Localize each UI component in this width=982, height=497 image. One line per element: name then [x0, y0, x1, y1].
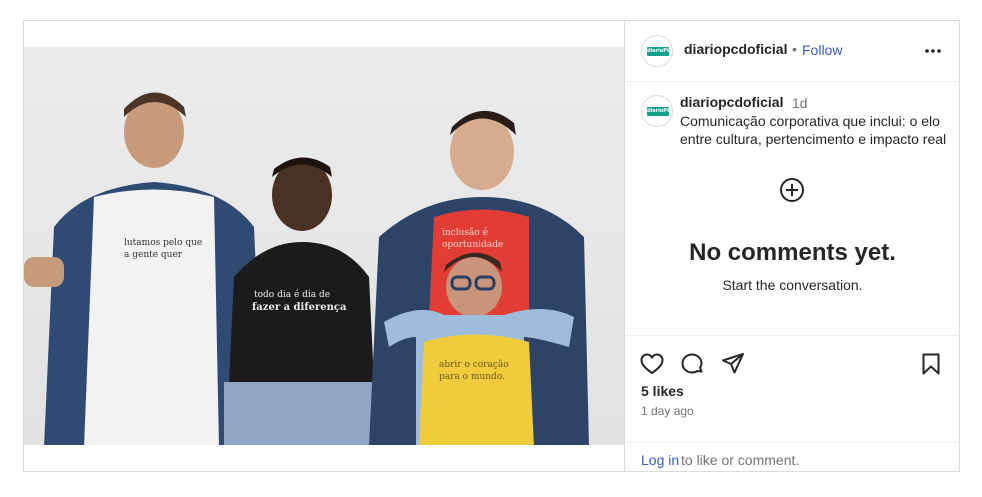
comment-icon[interactable]: [679, 351, 705, 377]
caption-avatar-logo: diarioPCD: [647, 107, 673, 116]
svg-text:lutamos pelo que: lutamos pelo que: [124, 238, 202, 248]
svg-text:oportunidade: oportunidade: [442, 240, 503, 250]
person-center-left: todo dia é dia de fazer a diferença: [224, 157, 374, 445]
svg-text:fazer a diferença: fazer a diferença: [252, 302, 347, 313]
svg-text:a gente quer: a gente quer: [124, 250, 183, 260]
login-link[interactable]: Log in: [641, 452, 679, 468]
header-username[interactable]: diariopcdoficial: [684, 41, 787, 57]
share-icon[interactable]: [720, 351, 746, 377]
add-comment-icon: [779, 177, 805, 203]
svg-text:todo dia é dia de: todo dia é dia de: [254, 289, 330, 300]
login-prompt: Log in to like or comment.: [625, 442, 960, 472]
caption-time: 1d: [792, 95, 808, 111]
follow-button[interactable]: Follow: [802, 42, 842, 58]
caption-text: Comunicação corporativa que inclui: o el…: [680, 113, 947, 147]
post-date: 1 day ago: [641, 404, 694, 418]
avatar-logo: diarioPCD: [647, 47, 673, 56]
profile-avatar[interactable]: diarioPCD: [641, 35, 673, 67]
header-separator: •: [792, 41, 797, 57]
svg-text:inclusão é: inclusão é: [442, 227, 488, 238]
post-header: diarioPCD diariopcdoficial • Follow: [625, 21, 960, 82]
photo-illustration: lutamos pelo que a gente quer todo dia é…: [24, 92, 589, 445]
more-options-icon[interactable]: [921, 41, 945, 61]
caption-username[interactable]: diariopcdoficial: [680, 94, 783, 110]
empty-comments-subtitle: Start the conversation.: [722, 277, 863, 293]
svg-text:para o mundo.: para o mundo.: [439, 372, 505, 382]
post-side-panel: diarioPCD diariopcdoficial • Follow diar…: [624, 21, 960, 471]
post-media[interactable]: lutamos pelo que a gente quer todo dia é…: [24, 21, 624, 471]
heart-icon[interactable]: [639, 351, 665, 377]
caption-avatar[interactable]: diarioPCD: [641, 95, 673, 127]
empty-comments-title: No comments yet.: [689, 239, 896, 266]
post-actions: 5 likes 1 day ago Log in to like or comm…: [625, 335, 960, 471]
login-prompt-text: to like or comment.: [681, 452, 800, 468]
svg-text:abrir o coração: abrir o coração: [439, 359, 509, 370]
post-photo: lutamos pelo que a gente quer todo dia é…: [24, 47, 624, 445]
bookmark-icon[interactable]: [918, 351, 944, 377]
likes-count[interactable]: 5 likes: [641, 383, 684, 399]
post-card: lutamos pelo que a gente quer todo dia é…: [23, 20, 960, 472]
